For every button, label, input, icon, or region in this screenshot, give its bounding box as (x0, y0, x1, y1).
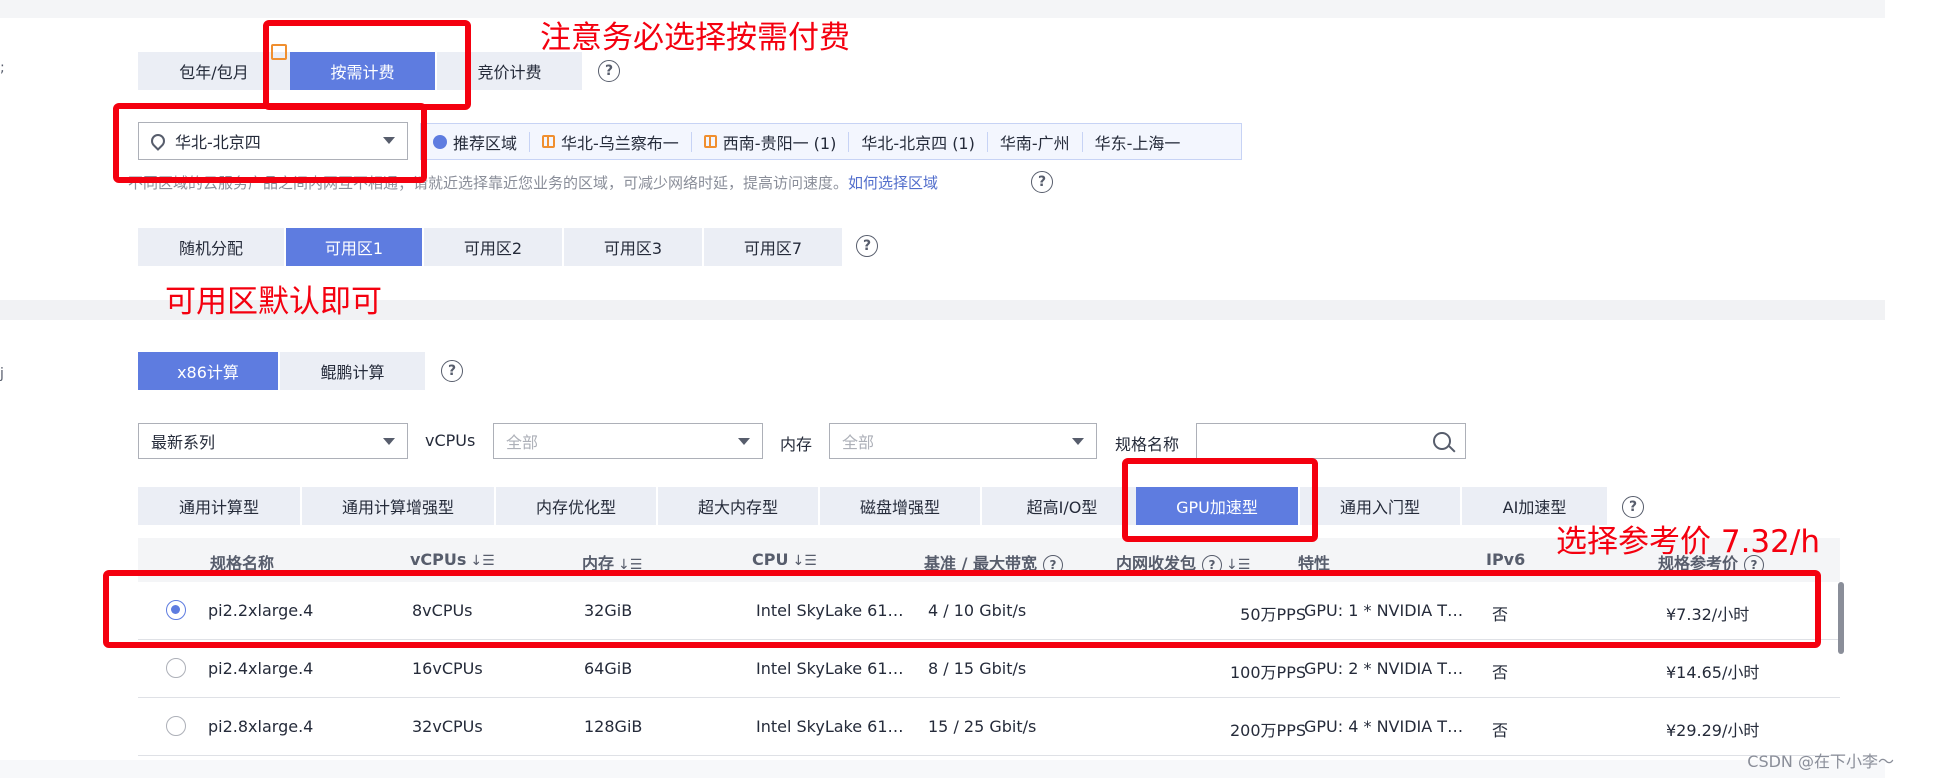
annotation-billing: 注意务必选择按需付费 (540, 20, 850, 56)
quick-region-label: 华北-乌兰察布一 (561, 133, 679, 153)
cell-feature: GPU: 4 * NVIDIA T… (1304, 717, 1464, 736)
spec-name-label: 规格名称 (1115, 435, 1180, 454)
type-tab-disk[interactable]: 磁盘增强型 (820, 487, 980, 525)
annotation-box-billing (263, 20, 471, 110)
row-radio[interactable] (166, 658, 186, 678)
row-radio[interactable] (166, 716, 186, 736)
sort-icon[interactable]: ↓☰ (792, 553, 816, 569)
memory-select[interactable]: 全部 (829, 423, 1097, 459)
quick-region-shanghai1[interactable]: 华东-上海一 (1083, 132, 1193, 153)
type-tab-large-memory[interactable]: 超大内存型 (658, 487, 818, 525)
table-scrollbar[interactable] (1838, 582, 1844, 654)
vcpus-select-value: 全部 (506, 433, 539, 452)
quick-region-label: 华东-上海一 (1094, 133, 1181, 153)
quick-region-label: 推荐区域 (453, 133, 518, 153)
cell-bandwidth: 8 / 15 Gbit/s (928, 659, 1027, 678)
quick-region-label: 华南-广州 (999, 133, 1070, 153)
cell-feature: GPU: 2 * NVIDIA T… (1304, 659, 1464, 678)
col-vcpus[interactable]: vCPUs ↓☰ (410, 550, 495, 569)
annotation-box-region (113, 103, 427, 183)
az-tab-2[interactable]: 可用区2 (424, 228, 562, 266)
annotation-az: 可用区默认即可 (165, 284, 382, 320)
arch-tab-x86[interactable]: x86计算 (138, 352, 278, 390)
memory-select-value: 全部 (842, 433, 875, 452)
annotation-box-gpu (1122, 458, 1318, 542)
bottom-divider (0, 760, 1885, 778)
vcpus-filter-label: vCPUs (425, 431, 476, 450)
cell-price: ¥14.65/小时 (1666, 663, 1760, 682)
cell-vcpus: 16vCPUs (412, 659, 483, 678)
spec-name-input[interactable] (1196, 423, 1466, 459)
cell-vcpus: 32vCPUs (412, 717, 483, 736)
type-tab-general-enhanced[interactable]: 通用计算增强型 (302, 487, 494, 525)
col-cpu-label: CPU (752, 550, 789, 569)
cell-cpu: Intel SkyLake 61… (756, 717, 904, 736)
help-icon[interactable]: ? (598, 60, 620, 82)
cell-memory: 64GiB (584, 659, 633, 678)
col-vcpus-label: vCPUs (410, 550, 467, 569)
cell-pps: 100万PPS (1230, 663, 1306, 682)
quick-region-recommended[interactable]: 推荐区域 (421, 131, 531, 153)
quick-region-guiyang[interactable]: 西南-贵阳一 (1) (692, 131, 850, 153)
quick-region-beijing4[interactable]: 华北-北京四 (1) (849, 131, 988, 153)
quick-region-label: 华北-北京四 (1) (861, 133, 975, 153)
watermark: CSDN @在下小李～ (1747, 752, 1894, 771)
az-tab-1[interactable]: 可用区1 (286, 228, 422, 266)
az-tab-random[interactable]: 随机分配 (138, 228, 284, 266)
cell-ipv6: 否 (1492, 663, 1509, 682)
type-tab-high-io[interactable]: 超高I/O型 (982, 487, 1142, 525)
col-ipv6: IPv6 (1486, 550, 1526, 569)
help-icon[interactable]: ? (441, 360, 463, 382)
help-icon[interactable]: ? (1031, 171, 1053, 193)
region-help-link[interactable]: 如何选择区域 (848, 174, 938, 192)
table-row[interactable]: pi2.4xlarge.4 16vCPUs 64GiB Intel SkyLak… (138, 640, 1840, 698)
series-select-value: 最新系列 (151, 433, 216, 452)
cell-bandwidth: 15 / 25 Gbit/s (928, 717, 1037, 736)
cell-spec-name: pi2.8xlarge.4 (208, 717, 314, 736)
annotation-price: 选择参考价 7.32/h (1556, 524, 1820, 560)
az-tab-3[interactable]: 可用区3 (564, 228, 702, 266)
gift-icon (542, 135, 556, 148)
gift-icon (703, 135, 717, 148)
az-tab-7[interactable]: 可用区7 (704, 228, 842, 266)
left-edge-mark: ; (0, 60, 5, 76)
chevron-down-icon (1072, 438, 1084, 445)
cell-cpu: Intel SkyLake 61… (756, 659, 904, 678)
table-row[interactable]: pi2.8xlarge.4 32vCPUs 128GiB Intel SkyLa… (138, 698, 1840, 756)
cell-memory: 128GiB (584, 717, 643, 736)
quick-region-label: 西南-贵阳一 (1) (722, 133, 837, 153)
type-tab-entry[interactable]: 通用入门型 (1300, 487, 1460, 525)
recommend-icon (433, 134, 447, 149)
search-icon-handle (1448, 445, 1456, 453)
cell-ipv6: 否 (1492, 721, 1509, 740)
top-divider (0, 0, 1885, 18)
vcpus-select[interactable]: 全部 (493, 423, 763, 459)
type-tab-general[interactable]: 通用计算型 (138, 487, 300, 525)
quick-region-ulanqab[interactable]: 华北-乌兰察布一 (530, 131, 692, 153)
cell-spec-name: pi2.4xlarge.4 (208, 659, 314, 678)
col-cpu[interactable]: CPU ↓☰ (752, 550, 817, 569)
type-tab-memory[interactable]: 内存优化型 (496, 487, 656, 525)
chevron-down-icon (383, 438, 395, 445)
chevron-down-icon (738, 438, 750, 445)
help-icon[interactable]: ? (1622, 496, 1644, 518)
annotation-box-row (103, 570, 1821, 648)
quick-region-bar: 推荐区域 华北-乌兰察布一 西南-贵阳一 (1) 华北-北京四 (1) 华南-广… (420, 123, 1242, 160)
help-icon[interactable]: ? (856, 235, 878, 257)
left-edge-mark: j (0, 366, 4, 382)
quick-region-guangzhou[interactable]: 华南-广州 (988, 131, 1083, 153)
cell-pps: 200万PPS (1230, 721, 1306, 740)
arch-tab-kunpeng[interactable]: 鲲鹏计算 (280, 352, 425, 390)
sort-icon[interactable]: ↓☰ (470, 553, 494, 569)
cell-price: ¥29.29/小时 (1666, 721, 1760, 740)
series-select[interactable]: 最新系列 (138, 423, 408, 459)
memory-filter-label: 内存 (780, 435, 813, 454)
